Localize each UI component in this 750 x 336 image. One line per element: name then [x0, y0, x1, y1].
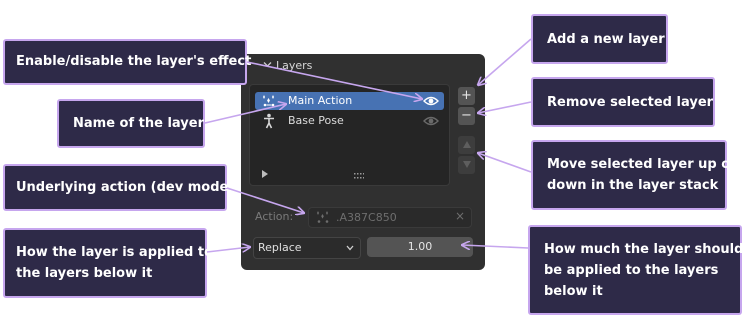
resize-grip-icon[interactable] — [354, 173, 364, 179]
callout-text: Add a new layer — [547, 32, 665, 47]
action-value: .A387C850 — [336, 211, 397, 224]
layers-panel: Layers Main Action Base Pose + − Action:… — [241, 54, 485, 270]
move-layer-up-button[interactable] — [458, 136, 475, 154]
callout-text: down in the layer stack — [547, 178, 719, 193]
expand-triangle-icon[interactable] — [262, 170, 268, 178]
callout-text: How much the layer should — [544, 242, 744, 257]
arrow-down-icon — [462, 161, 471, 168]
callout-enable-layer: Enable/disable the layer's effect — [3, 39, 251, 85]
add-layer-button[interactable]: + — [458, 87, 475, 105]
layer-name[interactable]: Base Pose — [288, 114, 344, 127]
remove-layer-button[interactable]: − — [458, 107, 475, 125]
layer-row-main-action[interactable]: Main Action — [255, 92, 444, 110]
callout-add-layer: Add a new layer — [531, 14, 668, 64]
eye-icon[interactable] — [423, 95, 439, 107]
callout-text: the layers below it — [16, 266, 153, 281]
chevron-down-icon — [263, 62, 272, 67]
arrow-up-icon — [462, 141, 471, 148]
layer-row-base-pose[interactable]: Base Pose — [255, 112, 444, 130]
callout-move-layer: Move selected layer up or down in the la… — [531, 140, 737, 210]
action-field[interactable]: .A387C850 × — [308, 207, 472, 228]
callout-text: How the layer is applied to — [16, 245, 214, 260]
action-icon — [263, 95, 275, 107]
callout-text: below it — [544, 284, 603, 299]
arrow-to-remove-button — [478, 101, 532, 113]
callout-underlying-action: Underlying action (dev mode) — [3, 164, 234, 211]
eye-icon[interactable] — [423, 115, 439, 127]
callout-blend-mode: How the layer is applied to the layers b… — [3, 228, 213, 298]
layer-name[interactable]: Main Action — [288, 94, 352, 107]
callout-text: be applied to the layers — [544, 263, 719, 278]
callout-influence: How much the layer should be applied to … — [528, 225, 744, 315]
callout-text: Remove selected layer — [547, 95, 714, 110]
influence-slider[interactable]: 1.00 — [367, 237, 473, 257]
action-icon — [317, 211, 329, 223]
layer-list: Main Action Base Pose — [249, 84, 450, 186]
blend-mode-value: Replace — [258, 241, 302, 254]
blend-mode-dropdown[interactable]: Replace — [253, 237, 361, 259]
callout-text: Underlying action (dev mode) — [16, 180, 235, 195]
action-label: Action: — [255, 210, 294, 223]
callout-text: Move selected layer up or — [547, 157, 737, 172]
armature-pose-icon — [264, 113, 274, 129]
callout-remove-layer: Remove selected layer — [531, 77, 715, 127]
move-layer-down-button[interactable] — [458, 156, 475, 174]
arrow-to-add-button — [478, 38, 532, 85]
callout-text: Enable/disable the layer's effect — [16, 54, 252, 69]
panel-header[interactable]: Layers — [241, 54, 485, 78]
callout-text: Name of the layer — [73, 116, 204, 131]
clear-action-icon[interactable]: × — [455, 209, 465, 223]
arrow-to-move-buttons — [478, 153, 532, 173]
callout-layer-name: Name of the layer — [57, 99, 205, 148]
panel-title: Layers — [276, 59, 313, 72]
chevron-down-icon — [346, 245, 354, 251]
